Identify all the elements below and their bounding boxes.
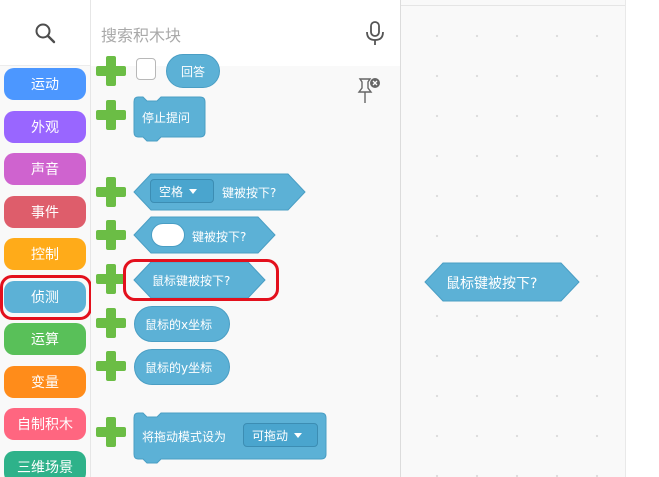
key-pressed-label: 键被按下? [222,186,277,200]
code-workspace[interactable] [401,0,625,477]
editor-root: 运动 外观 声音 事件 控制 侦测 运算 变量 自制积木 三维场景 搜索积木块 … [0,0,659,477]
workspace-top-edge [401,0,625,6]
workspace-mouse-down-label: 鼠标键被按下? [446,276,538,292]
drag-mode-dropdown[interactable]: 可拖动 [243,423,318,447]
add-block-plus-icon[interactable] [96,308,126,338]
block-selection-highlight [123,259,279,301]
block-palette: 回答 停止提问 空格 键被按下? 键被按下? 鼠标键被按下? [91,0,401,477]
add-block-plus-icon[interactable] [96,100,126,130]
search-icon [35,23,56,43]
category-column: 运动 外观 声音 事件 控制 侦测 运算 变量 自制积木 三维场景 [0,0,92,477]
mouse-x-reporter-block[interactable]: 鼠标的x坐标 [134,306,230,342]
mouse-x-label: 鼠标的x坐标 [145,317,213,332]
stop-asking-label: 停止提问 [142,111,191,125]
key-pressed-empty-label: 键被按下? [192,230,247,244]
category-sound[interactable]: 声音 [4,153,86,185]
chevron-down-icon [189,188,198,194]
drag-mode-label: 将拖动模式设为 [142,430,227,444]
key-dropdown[interactable]: 空格 [150,179,214,203]
add-block-plus-icon[interactable] [96,417,126,447]
answer-block-label: 回答 [181,64,206,79]
add-block-plus-icon[interactable] [96,56,126,86]
category-selection-highlight [0,275,92,320]
category-events[interactable]: 事件 [4,196,86,228]
mouse-y-label: 鼠标的y坐标 [145,360,213,375]
category-operators[interactable]: 运算 [4,323,86,355]
answer-reporter-block[interactable]: 回答 [166,54,221,88]
stage-edge-strip [625,0,659,477]
drag-mode-dropdown-value: 可拖动 [252,428,289,443]
answer-checkbox[interactable] [136,58,156,80]
category-looks[interactable]: 外观 [4,111,86,143]
key-input-slot[interactable] [151,223,185,247]
key-dropdown-value: 空格 [159,184,184,199]
add-block-plus-icon[interactable] [96,220,126,250]
add-block-plus-icon[interactable] [96,351,126,381]
chevron-down-icon [294,432,303,438]
mouse-y-reporter-block[interactable]: 鼠标的y坐标 [134,349,230,385]
category-my-blocks[interactable]: 自制积木 [4,408,86,440]
category-control[interactable]: 控制 [4,238,86,270]
pin-icon[interactable] [357,76,381,106]
search-bar [91,0,400,66]
category-variables[interactable]: 变量 [4,366,86,398]
add-block-plus-icon[interactable] [96,264,126,294]
search-button[interactable] [0,0,90,66]
search-input[interactable] [101,22,351,48]
microphone-icon[interactable] [364,20,386,48]
add-block-plus-icon[interactable] [96,177,126,207]
category-motion[interactable]: 运动 [4,68,86,100]
category-3d-scene[interactable]: 三维场景 [4,451,86,477]
